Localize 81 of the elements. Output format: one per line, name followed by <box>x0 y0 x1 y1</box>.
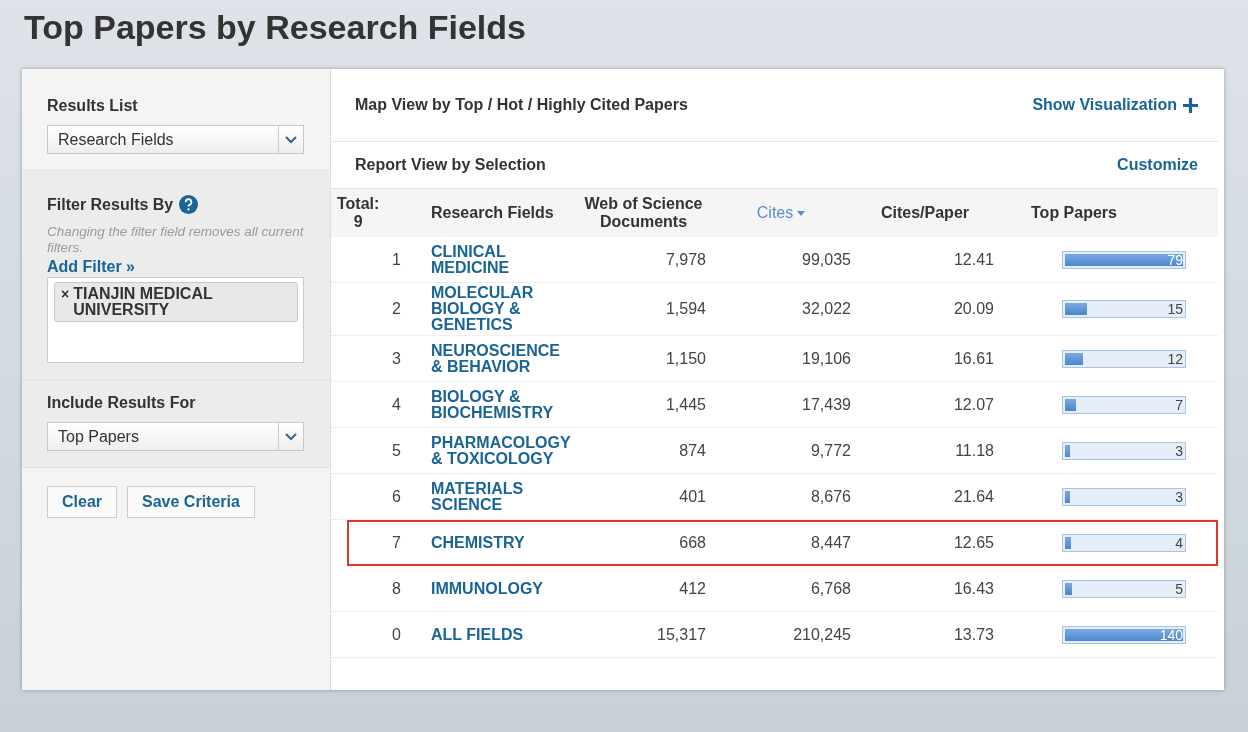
customize-link[interactable]: Customize <box>1117 156 1198 174</box>
cites-per-paper-cell-text: 21.64 <box>952 487 995 506</box>
rank-cell-text: 7 <box>391 533 401 552</box>
column-header: Web of Science Documents <box>583 195 704 231</box>
remove-filter-button[interactable]: × <box>61 286 70 318</box>
cites-per-paper-cell-text: 11.18 <box>954 441 995 460</box>
documents-cell-text: 401 <box>678 487 707 506</box>
cites-cell-text: 32,022 <box>801 300 851 318</box>
rank-cell-text: 8 <box>391 579 401 598</box>
rank-cell-text: 2 <box>391 300 401 318</box>
cites-per-paper-cell-text: 20.09 <box>952 300 995 318</box>
rank-cell-text: 3 <box>391 349 401 368</box>
research-field-link[interactable]: ALL FIELDS <box>431 626 571 643</box>
documents-cell-text: 1,150 <box>664 349 707 368</box>
column-header: Cites/Paper <box>880 204 969 222</box>
documents-cell-text: 412 <box>678 579 707 598</box>
top-papers-count: 7 <box>1175 396 1183 414</box>
plus-icon <box>1183 97 1198 113</box>
documents-cell-text: 15,317 <box>656 625 707 644</box>
documents-cell-text: 1,445 <box>664 395 707 414</box>
top-papers-count: 12 <box>1167 350 1183 368</box>
column-header: Research Fields <box>431 204 554 222</box>
cites-per-paper-cell-text: 12.65 <box>952 533 995 552</box>
rank-cell-text: 4 <box>391 395 401 414</box>
documents-cell-text: 874 <box>678 441 707 460</box>
top-papers-count: 3 <box>1175 442 1183 460</box>
show-visualization-link[interactable]: Show Visualization <box>1032 96 1198 114</box>
add-filter-link[interactable]: Add Filter » <box>47 258 135 276</box>
research-field-link[interactable]: IMMUNOLOGY <box>431 580 571 597</box>
help-icon[interactable] <box>179 195 199 214</box>
report-view-heading: Report View by Selection <box>355 156 546 174</box>
documents-cell-text: 668 <box>678 533 707 552</box>
research-field-link[interactable]: BIOLOGY & BIOCHEMISTRY <box>431 388 571 421</box>
top-papers-count: 4 <box>1175 534 1183 552</box>
filter-chip-text: TIANJIN MEDICAL UNIVERSITY <box>73 286 214 318</box>
cites-per-paper-cell-text: 16.43 <box>952 579 995 598</box>
filter-label: Filter Results By <box>47 195 174 214</box>
cites-per-paper-cell-text: 12.07 <box>952 395 995 414</box>
cites-cell-text: 17,439 <box>801 395 851 414</box>
page-title: Top Papers by Research Fields <box>24 8 527 47</box>
column-header: Top Papers <box>1031 204 1117 222</box>
sorted-column-header[interactable]: Cites <box>756 204 794 222</box>
rank-cell-text: 5 <box>391 441 401 460</box>
column-header: Total: 9 <box>337 195 380 231</box>
results-list-dropdown[interactable]: Research Fields <box>47 125 304 154</box>
cites-cell-text: 99,035 <box>801 250 851 269</box>
cites-per-paper-cell-text: 12.41 <box>952 250 995 269</box>
cites-cell-text: 8,447 <box>809 533 851 552</box>
documents-cell-text: 1,594 <box>664 300 707 318</box>
filter-hint: Changing the filter field removes all current filters. <box>47 224 304 256</box>
include-results-label: Include Results For <box>47 394 197 412</box>
top-papers-count: 3 <box>1175 488 1183 506</box>
top-papers-count: 79 <box>1167 251 1183 269</box>
cites-cell-text: 210,245 <box>792 625 851 644</box>
documents-cell-text: 7,978 <box>664 250 707 269</box>
research-field-link[interactable]: PHARMACOLOGY & TOXICOLOGY <box>431 434 571 467</box>
chevron-down-icon <box>285 135 297 144</box>
include-results-dropdown[interactable]: Top Papers <box>47 422 304 451</box>
top-papers-count: 140 <box>1159 626 1183 644</box>
top-papers-count: 5 <box>1175 580 1183 598</box>
cites-per-paper-cell-text: 16.61 <box>952 349 995 368</box>
research-field-link[interactable]: CLINICAL MEDICINE <box>431 243 571 276</box>
chevron-down-icon <box>285 432 297 441</box>
research-field-link[interactable]: CHEMISTRY <box>431 534 571 551</box>
map-view-heading: Map View by Top / Hot / Highly Cited Papers <box>355 96 688 114</box>
research-field-link[interactable]: MOLECULAR BIOLOGY & GENETICS <box>431 285 571 333</box>
cites-cell-text: 19,106 <box>801 349 851 368</box>
results-list-label: Results List <box>47 97 139 115</box>
cites-cell-text: 8,676 <box>809 487 851 506</box>
save-criteria-button[interactable]: Save Criteria <box>127 486 255 518</box>
research-field-link[interactable]: MATERIALS SCIENCE <box>431 480 571 513</box>
cites-cell-text: 6,768 <box>809 579 851 598</box>
sort-caret-icon <box>797 210 806 216</box>
top-papers-count: 15 <box>1167 301 1183 318</box>
clear-button[interactable]: Clear <box>47 486 118 518</box>
rank-cell-text: 0 <box>391 625 401 644</box>
rank-cell-text: 6 <box>391 487 401 506</box>
cites-per-paper-cell-text: 13.73 <box>952 625 995 644</box>
rank-cell-text: 1 <box>391 250 401 269</box>
cites-cell-text: 9,772 <box>809 441 851 460</box>
research-field-link[interactable]: NEUROSCIENCE & BEHAVIOR <box>431 342 571 375</box>
